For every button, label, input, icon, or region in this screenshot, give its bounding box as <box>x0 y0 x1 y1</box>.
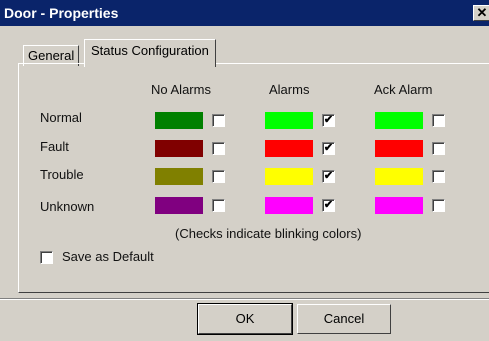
blink-checkbox-trouble-ack-alarm[interactable] <box>432 170 445 183</box>
blink-checkbox-unknown-alarms[interactable]: ✔ <box>322 199 335 212</box>
save-as-default-label[interactable]: Save as Default <box>62 249 154 264</box>
color-swatch-fault-alarms[interactable] <box>265 140 313 157</box>
color-swatch-trouble-ack-alarm[interactable] <box>375 168 423 185</box>
title-bar[interactable]: Door - Properties ✕ <box>0 0 489 26</box>
blink-checkbox-fault-ack-alarm[interactable] <box>432 142 445 155</box>
color-swatch-trouble-alarms[interactable] <box>265 168 313 185</box>
blink-checkbox-normal-no-alarms[interactable] <box>212 114 225 127</box>
properties-dialog: Door - Properties ✕ General Status Confi… <box>0 0 489 341</box>
color-swatch-unknown-ack-alarm[interactable] <box>375 197 423 214</box>
blink-checkbox-unknown-no-alarms[interactable] <box>212 199 225 212</box>
color-swatch-normal-alarms[interactable] <box>265 112 313 129</box>
color-swatch-fault-ack-alarm[interactable] <box>375 140 423 157</box>
color-swatch-trouble-no-alarms[interactable] <box>155 168 203 185</box>
color-swatch-normal-ack-alarm[interactable] <box>375 112 423 129</box>
blink-checkbox-unknown-ack-alarm[interactable] <box>432 199 445 212</box>
blink-checkbox-trouble-no-alarms[interactable] <box>212 170 225 183</box>
close-icon[interactable]: ✕ <box>473 5 489 21</box>
row-label-normal: Normal <box>40 110 82 125</box>
color-swatch-unknown-alarms[interactable] <box>265 197 313 214</box>
column-header-no-alarms: No Alarms <box>151 82 211 97</box>
row-label-trouble: Trouble <box>40 167 84 182</box>
window-title: Door - Properties <box>4 5 119 21</box>
tab-status-configuration[interactable]: Status Configuration <box>84 39 216 67</box>
column-header-alarms: Alarms <box>269 82 310 97</box>
row-label-unknown: Unknown <box>40 199 95 214</box>
row-label-fault: Fault <box>40 139 69 154</box>
blink-checkbox-fault-no-alarms[interactable] <box>212 142 225 155</box>
blink-note: (Checks indicate blinking colors) <box>175 226 362 241</box>
blink-checkbox-trouble-alarms[interactable]: ✔ <box>322 170 335 183</box>
blink-checkbox-normal-alarms[interactable]: ✔ <box>322 114 335 127</box>
blink-checkbox-fault-alarms[interactable]: ✔ <box>322 142 335 155</box>
color-swatch-fault-no-alarms[interactable] <box>155 140 203 157</box>
cancel-button[interactable]: Cancel <box>297 304 391 334</box>
save-as-default-checkbox[interactable] <box>40 251 53 264</box>
column-header-ack-alarm: Ack Alarm <box>374 82 433 97</box>
color-swatch-unknown-no-alarms[interactable] <box>155 197 203 214</box>
blink-checkbox-normal-ack-alarm[interactable] <box>432 114 445 127</box>
ok-button[interactable]: OK <box>197 303 293 335</box>
color-swatch-normal-no-alarms[interactable] <box>155 112 203 129</box>
footer-divider <box>0 298 489 300</box>
